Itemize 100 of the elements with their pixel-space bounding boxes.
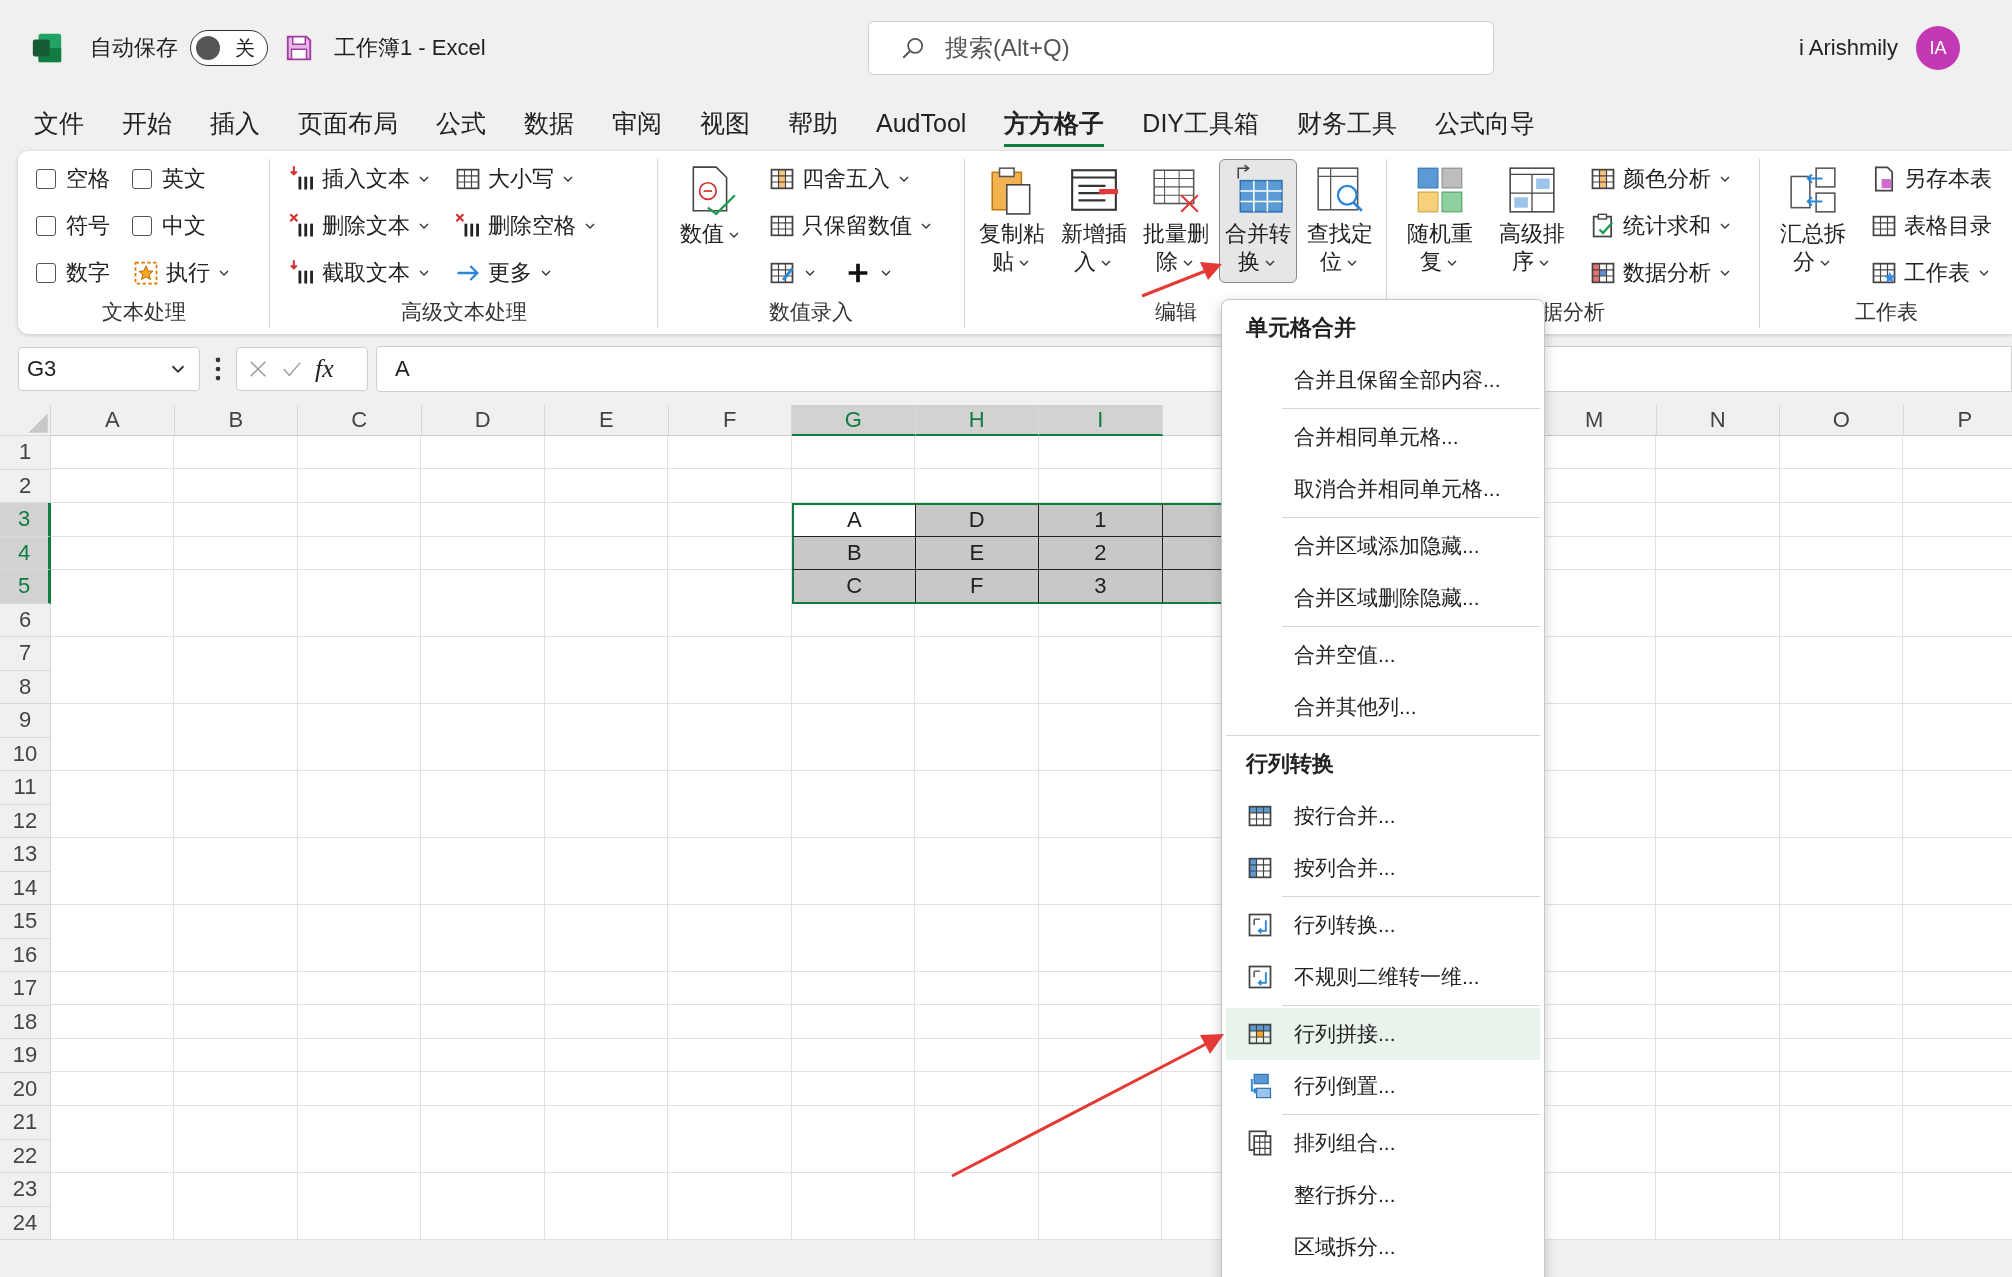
checkbox-label[interactable]: 英文 bbox=[162, 164, 206, 194]
ribbon-button[interactable]: 删除空格 bbox=[450, 206, 602, 246]
row-header[interactable]: 19 bbox=[0, 1039, 51, 1073]
ribbon-large-button[interactable]: 批量删除 bbox=[1137, 159, 1215, 283]
table-icon bbox=[1506, 164, 1558, 216]
row-header[interactable]: 11 bbox=[0, 771, 51, 805]
ribbon-large-button[interactable]: 复制粘贴 bbox=[973, 159, 1051, 283]
ribbon-button[interactable]: 截取文本 bbox=[284, 253, 436, 293]
menu-item[interactable]: 合并区域删除隐藏... bbox=[1226, 572, 1540, 624]
bars-icon bbox=[288, 212, 316, 240]
ribbon-large-button[interactable]: 新增插入 bbox=[1055, 159, 1133, 283]
ribbon-button[interactable]: 只保留数值 bbox=[764, 206, 938, 246]
row-header[interactable]: 10 bbox=[0, 737, 51, 771]
row-header[interactable]: 24 bbox=[0, 1206, 51, 1240]
row-header[interactable]: 2 bbox=[0, 469, 51, 503]
ribbon-tab[interactable]: AudTool bbox=[876, 102, 967, 145]
table-cell: 1 bbox=[1039, 503, 1163, 537]
user-name: i Arishmily bbox=[1799, 35, 1898, 61]
ribbon-tab[interactable]: 数据 bbox=[524, 100, 574, 147]
row-header[interactable]: 7 bbox=[0, 637, 51, 671]
search-field[interactable]: 搜索(Alt+Q) bbox=[868, 21, 1494, 75]
checkbox[interactable] bbox=[132, 169, 152, 189]
row-header[interactable]: 12 bbox=[0, 804, 51, 838]
ribbon-tab[interactable]: 视图 bbox=[700, 100, 750, 147]
row-header[interactable]: 16 bbox=[0, 938, 51, 972]
ribbon-large-button[interactable]: 合并转换 bbox=[1219, 159, 1297, 283]
table-cell: E bbox=[915, 536, 1039, 570]
menu-item[interactable]: 合并空值... bbox=[1226, 629, 1540, 681]
checkbox[interactable] bbox=[132, 216, 152, 236]
row-header[interactable]: 21 bbox=[0, 1106, 51, 1140]
ribbon-button[interactable]: 大小写 bbox=[450, 159, 602, 199]
menu-item[interactable]: 合并其他列... bbox=[1226, 681, 1540, 733]
group-label: 数值录入 bbox=[769, 299, 853, 325]
checkbox[interactable] bbox=[36, 216, 56, 236]
row-header[interactable]: 14 bbox=[0, 871, 51, 905]
ribbon-tab[interactable]: 插入 bbox=[210, 100, 260, 147]
ribbon-tab[interactable]: 开始 bbox=[122, 100, 172, 147]
bars-icon bbox=[454, 212, 482, 240]
row-header[interactable]: 18 bbox=[0, 1005, 51, 1039]
menu-item[interactable]: 区域拆分... bbox=[1226, 1221, 1540, 1273]
ribbon-tab[interactable]: 公式 bbox=[436, 100, 486, 147]
search-icon bbox=[900, 35, 926, 61]
checkbox-label[interactable]: 符号 bbox=[66, 211, 110, 241]
checkbox-label[interactable]: 空格 bbox=[66, 164, 110, 194]
autosave-toggle[interactable]: 关 bbox=[190, 30, 268, 66]
ribbon-tab[interactable]: 方方格子 bbox=[1004, 100, 1105, 147]
ribbon-button[interactable]: 更多 bbox=[450, 253, 602, 293]
ribbon-button[interactable]: 执行 bbox=[128, 253, 236, 293]
ribbon-button[interactable]: 插入文本 bbox=[284, 159, 436, 199]
row-header[interactable]: 20 bbox=[0, 1072, 51, 1106]
insert-function-button[interactable]: fx bbox=[315, 354, 334, 384]
row-header[interactable]: 15 bbox=[0, 905, 51, 939]
menu-item[interactable]: 排列组合... bbox=[1226, 1117, 1540, 1169]
ribbon-tab[interactable]: 页面布局 bbox=[298, 100, 398, 147]
row-header[interactable]: 22 bbox=[0, 1139, 51, 1173]
group-label: 文本处理 bbox=[101, 299, 186, 325]
ribbon-button[interactable]: 统计求和 bbox=[1585, 206, 1737, 246]
row-header[interactable]: 13 bbox=[0, 838, 51, 872]
user-avatar[interactable]: IA bbox=[1916, 26, 1960, 70]
menu-item[interactable]: 按列合并... bbox=[1226, 842, 1540, 894]
row-header[interactable]: 1 bbox=[0, 436, 51, 470]
checkbox-label[interactable]: 中文 bbox=[162, 211, 206, 241]
ribbon-large-button[interactable]: 随机重复 bbox=[1401, 159, 1479, 283]
checkbox-label[interactable]: 数字 bbox=[66, 258, 110, 288]
ribbon-button[interactable]: 四舍五入 bbox=[764, 159, 938, 199]
name-box[interactable]: G3 bbox=[18, 347, 200, 391]
menu-item[interactable]: 取消合并相同单元格... bbox=[1226, 463, 1540, 515]
row-header[interactable]: 17 bbox=[0, 972, 51, 1006]
menu-item[interactable]: 不规则二维转一维... bbox=[1226, 951, 1540, 1003]
ribbon-large-button[interactable]: 查找定位 bbox=[1301, 159, 1379, 283]
menu-item[interactable]: 按行合并... bbox=[1226, 790, 1540, 842]
ribbon-tab[interactable]: 文件 bbox=[34, 100, 84, 147]
menu-item[interactable]: 行列转换... bbox=[1226, 899, 1540, 951]
ribbon-button[interactable]: 另存本表 bbox=[1866, 159, 1996, 199]
ribbon-tab[interactable]: DIY工具箱 bbox=[1142, 100, 1260, 147]
ribbon-button[interactable]: 数据分析 bbox=[1585, 253, 1737, 293]
table-cell: F bbox=[915, 570, 1039, 604]
ribbon-large-button[interactable]: 高级排序 bbox=[1493, 159, 1571, 283]
row-header[interactable]: 8 bbox=[0, 670, 51, 704]
ribbon-tab[interactable]: 公式向导 bbox=[1435, 100, 1536, 147]
ribbon-button[interactable]: 表格目录 bbox=[1866, 206, 1996, 246]
table-cell: B bbox=[792, 536, 916, 570]
ribbon-button[interactable]: 工作表 bbox=[1866, 253, 1996, 293]
ribbon-tab[interactable]: 帮助 bbox=[788, 100, 838, 147]
row-header[interactable]: 23 bbox=[0, 1173, 51, 1207]
row-header[interactable]: 9 bbox=[0, 704, 51, 738]
ribbon-large-button[interactable]: 汇总拆分 bbox=[1774, 159, 1852, 283]
row-header[interactable]: 6 bbox=[0, 603, 51, 637]
checkbox[interactable] bbox=[36, 169, 56, 189]
ribbon-large-button[interactable]: 数值 bbox=[672, 159, 750, 255]
menu-item[interactable]: 行列倒置... bbox=[1226, 1060, 1540, 1112]
menu-item[interactable]: 整行拆分... bbox=[1226, 1169, 1540, 1221]
ribbon-tab[interactable]: 审阅 bbox=[612, 100, 662, 147]
ribbon-button[interactable]: 颜色分析 bbox=[1585, 159, 1737, 199]
menu-item[interactable]: 行列拼接... bbox=[1226, 1008, 1540, 1060]
ribbon-tab[interactable]: 财务工具 bbox=[1297, 100, 1398, 147]
ribbon-button[interactable]: 删除文本 bbox=[284, 206, 436, 246]
checkbox[interactable] bbox=[36, 263, 56, 283]
menu-item[interactable]: 合并区域添加隐藏... bbox=[1226, 520, 1540, 572]
save-icon bbox=[284, 33, 314, 63]
